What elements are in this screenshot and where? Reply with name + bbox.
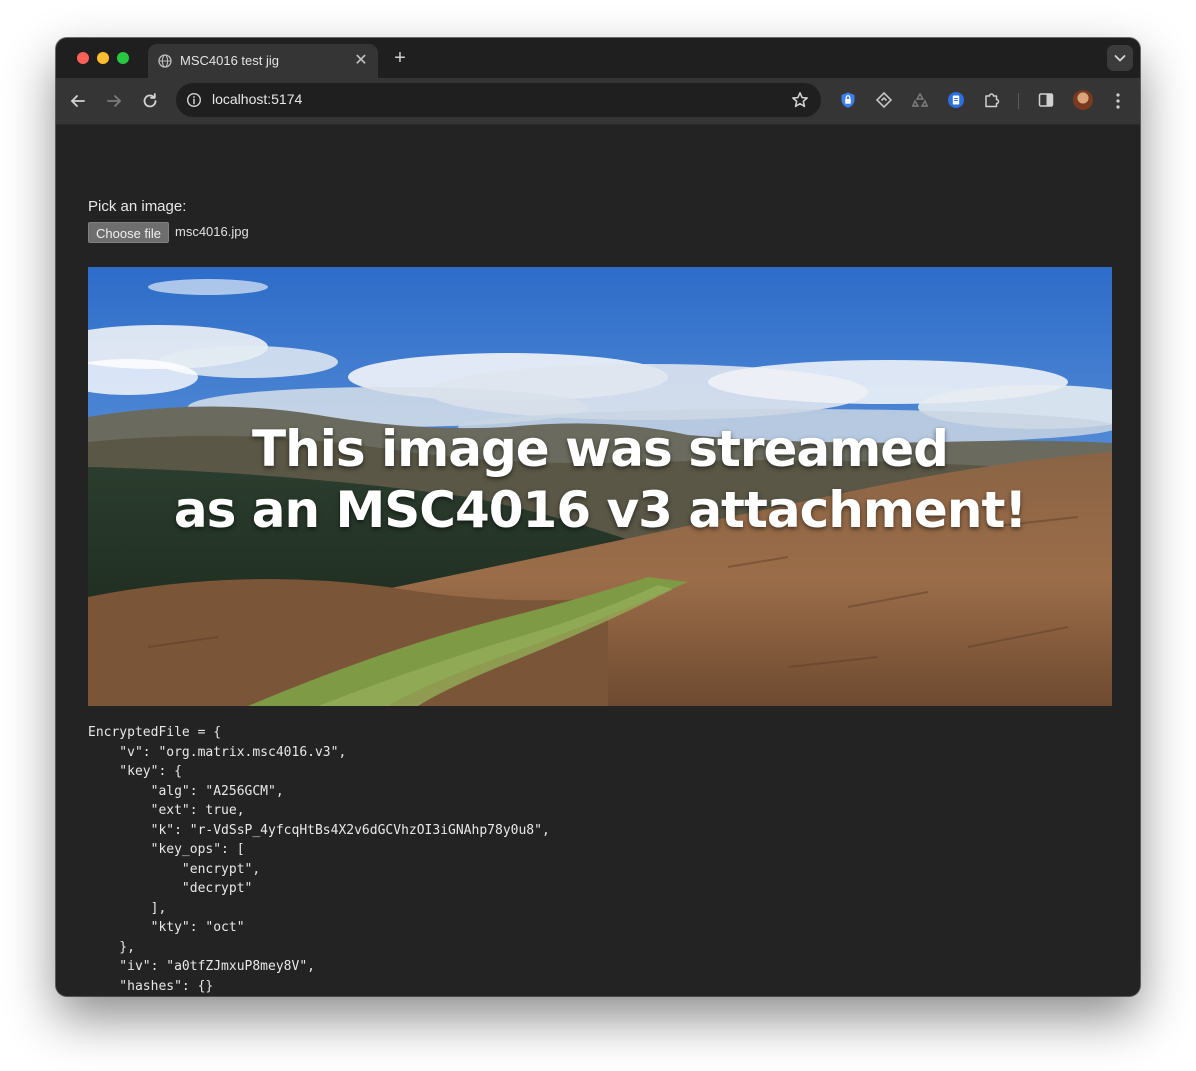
encrypted-file-json: EncryptedFile = { "v": "org.matrix.msc40… (88, 725, 550, 994)
back-icon[interactable] (67, 90, 89, 112)
pick-image-label: Pick an image: (88, 198, 187, 215)
close-window-button[interactable] (77, 52, 89, 64)
image-caption-line-1: This image was streamed (252, 420, 949, 478)
browser-toolbar: localhost:5174 (56, 78, 1140, 125)
kebab-menu-icon[interactable] (1108, 90, 1128, 112)
recycle-extension-icon[interactable] (911, 91, 929, 109)
image-caption-line-2: as an MSC4016 v3 attachment! (173, 481, 1027, 539)
globe-icon (158, 54, 172, 68)
info-icon[interactable] (186, 92, 202, 108)
diamond-extension-icon[interactable] (875, 91, 893, 109)
side-panel-icon[interactable] (1037, 91, 1055, 109)
shield-extension-icon[interactable] (839, 91, 857, 109)
new-tab-button[interactable]: + (389, 48, 411, 70)
browser-window: MSC4016 test jig ✕ + localhost:5174 Pick… (56, 38, 1140, 996)
image-caption: This image was streamed as an MSC4016 v3… (88, 419, 1112, 541)
tab-active[interactable]: MSC4016 test jig ✕ (148, 44, 378, 78)
document-extension-icon[interactable] (947, 91, 965, 109)
selected-file-name: msc4016.jpg (175, 224, 249, 239)
tab-title: MSC4016 test jig (180, 53, 279, 68)
toolbar-divider (1018, 93, 1019, 109)
streamed-image: This image was streamed as an MSC4016 v3… (88, 267, 1112, 706)
reload-icon[interactable] (139, 90, 161, 112)
url-text[interactable]: localhost:5174 (212, 91, 302, 107)
minimize-window-button[interactable] (97, 52, 109, 64)
maximize-window-button[interactable] (117, 52, 129, 64)
puzzle-extensions-icon[interactable] (983, 91, 1001, 109)
tab-strip: MSC4016 test jig ✕ + (56, 38, 1140, 78)
chevron-down-icon (1114, 55, 1126, 62)
tab-search-button[interactable] (1107, 45, 1133, 71)
profile-avatar[interactable] (1073, 90, 1093, 110)
choose-file-button[interactable]: Choose file (88, 222, 170, 243)
page-content: Pick an image: Choose file msc4016.jpg T… (56, 125, 1140, 996)
bookmark-star-icon[interactable] (791, 91, 809, 109)
address-bar[interactable]: localhost:5174 (176, 83, 821, 117)
forward-icon[interactable] (103, 90, 125, 112)
tab-close-icon[interactable]: ✕ (352, 52, 370, 70)
